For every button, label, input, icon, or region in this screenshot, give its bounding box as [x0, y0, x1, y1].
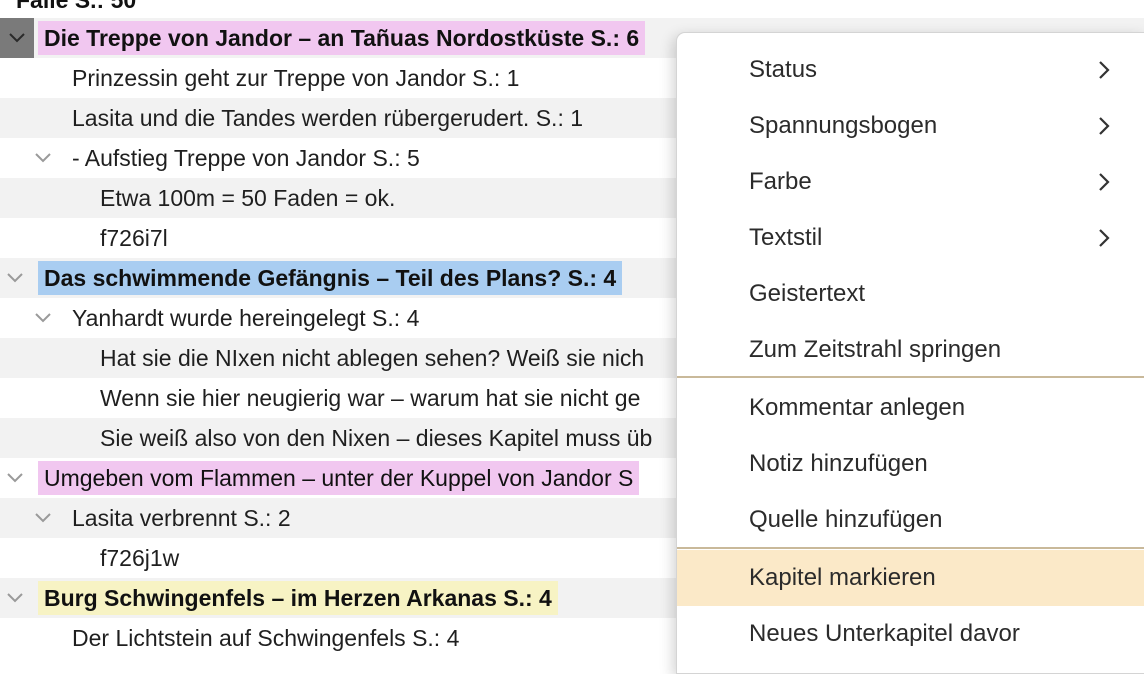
- row-text: Etwa 100m = 50 Faden = ok.: [100, 185, 396, 211]
- row-text: Wenn sie hier neugierig war – warum hat …: [100, 385, 641, 411]
- row-text: Der Lichtstein auf Schwingenfels S.: 4: [72, 625, 460, 651]
- menu-separator: [677, 547, 1144, 549]
- chapter-title: Burg Schwingenfels – im Herzen Arkanas S…: [38, 581, 558, 615]
- row-text: f726j1w: [100, 545, 180, 571]
- menu-item-neues-unterkapitel[interactable]: Neues Unterkapitel davor: [677, 606, 1144, 662]
- menu-item-spannungsbogen[interactable]: Spannungsbogen: [677, 98, 1144, 154]
- menu-item-label: Notiz hinzufügen: [749, 450, 928, 477]
- chevron-down-icon[interactable]: [30, 298, 56, 338]
- chevron-down-icon[interactable]: [0, 18, 34, 58]
- menu-item-label: Geistertext: [749, 280, 866, 307]
- chapter-title: Das schwimmende Gefängnis – Teil des Pla…: [38, 261, 623, 295]
- menu-item-label: Neues Unterkapitel davor: [749, 620, 1020, 647]
- row-text: Falle S.: 50: [16, 0, 137, 13]
- menu-item-label: Kommentar anlegen: [749, 394, 966, 421]
- menu-item-quelle[interactable]: Quelle hinzufügen: [677, 492, 1144, 548]
- chevron-down-icon[interactable]: [30, 498, 56, 538]
- menu-item-kapitel-markieren[interactable]: Kapitel markieren: [677, 550, 1144, 606]
- chevron-down-icon[interactable]: [30, 138, 56, 178]
- menu-item-label: Spannungsbogen: [749, 112, 938, 139]
- context-menu: Status Spannungsbogen Farbe Textstil Gei…: [676, 32, 1144, 674]
- menu-item-label: Quelle hinzufügen: [749, 506, 943, 533]
- row-text: Prinzessin geht zur Treppe von Jandor S.…: [72, 65, 520, 91]
- menu-separator: [677, 376, 1144, 378]
- chevron-down-icon[interactable]: [2, 578, 28, 618]
- row-text: f726i7l: [100, 225, 168, 251]
- chapter-title: Umgeben vom Flammen – unter der Kuppel v…: [38, 461, 640, 495]
- menu-item-farbe[interactable]: Farbe: [677, 154, 1144, 210]
- menu-item-notiz[interactable]: Notiz hinzufügen: [677, 436, 1144, 492]
- menu-item-zeitstrahl[interactable]: Zum Zeitstrahl springen: [677, 322, 1144, 378]
- menu-item-label: Farbe: [749, 168, 812, 195]
- menu-item-kommentar[interactable]: Kommentar anlegen: [677, 380, 1144, 436]
- row-text: Sie weiß also von den Nixen – dieses Kap…: [100, 425, 653, 451]
- chevron-right-icon: [1099, 117, 1110, 135]
- chevron-down-icon[interactable]: [2, 258, 28, 298]
- chevron-right-icon: [1099, 61, 1110, 79]
- row-text: Hat sie die NIxen nicht ablegen sehen? W…: [100, 345, 645, 371]
- row-text: - Aufstieg Treppe von Jandor S.: 5: [72, 145, 420, 171]
- chevron-right-icon: [1099, 229, 1110, 247]
- chevron-right-icon: [1099, 173, 1110, 191]
- menu-item-label: Status: [749, 56, 818, 83]
- menu-item-textstil[interactable]: Textstil: [677, 210, 1144, 266]
- menu-item-geistertext[interactable]: Geistertext: [677, 266, 1144, 322]
- outline-row-falle[interactable]: Falle S.: 50: [0, 0, 1144, 20]
- chapter-title: Die Treppe von Jandor – an Tañuas Nordos…: [38, 21, 646, 55]
- chevron-down-icon[interactable]: [2, 458, 28, 498]
- row-text: Lasita und die Tandes werden rübergerude…: [72, 105, 584, 131]
- row-text: Yanhardt wurde hereingelegt S.: 4: [72, 305, 420, 331]
- row-text: Lasita verbrennt S.: 2: [72, 505, 291, 531]
- menu-item-label: Textstil: [749, 224, 823, 251]
- menu-item-status[interactable]: Status: [677, 42, 1144, 98]
- menu-item-label: Kapitel markieren: [749, 564, 936, 591]
- menu-item-label: Zum Zeitstrahl springen: [749, 336, 1002, 363]
